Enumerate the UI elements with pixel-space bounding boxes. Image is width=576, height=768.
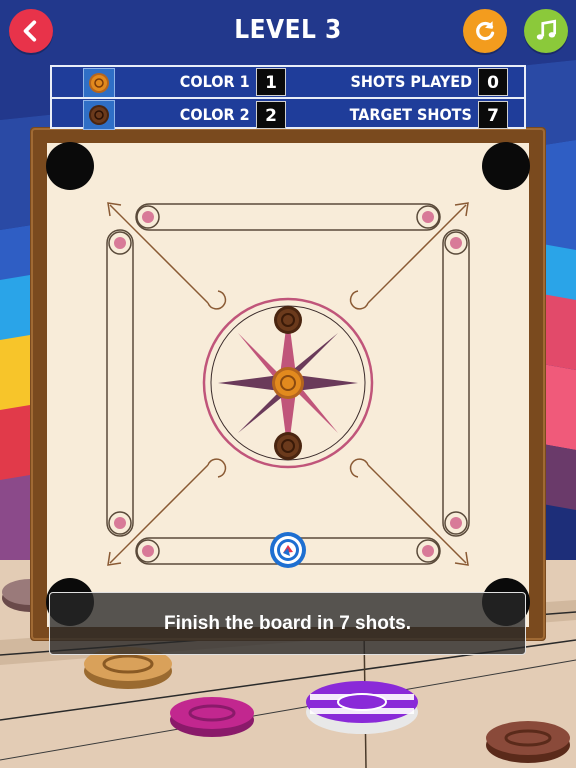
color2-coin-indicator bbox=[83, 100, 115, 130]
color1-coin-icon bbox=[89, 73, 109, 93]
chevron-left-icon bbox=[23, 20, 37, 42]
color2-value: 2 bbox=[256, 101, 286, 129]
shots-played-value: 0 bbox=[478, 68, 508, 96]
color2-label: COLOR 2 bbox=[180, 105, 250, 124]
restart-icon bbox=[476, 21, 495, 41]
target-shots-value: 7 bbox=[478, 101, 508, 129]
target-shots-label: TARGET SHOTS bbox=[349, 105, 472, 124]
pocket-top-right bbox=[482, 142, 530, 190]
score-panel: COLOR 1 1 COLOR 2 2 SHOTS PLAYED 0 TARGE… bbox=[50, 65, 526, 130]
color1-value: 1 bbox=[256, 68, 286, 96]
objective-message: Finish the board in 7 shots. bbox=[49, 592, 526, 655]
coin-color2-bottom bbox=[274, 432, 302, 460]
color1-coin-indicator bbox=[83, 68, 115, 98]
color2-coin-icon bbox=[89, 105, 109, 125]
coin-color2-top bbox=[274, 306, 302, 334]
objective-message-text: Finish the board in 7 shots. bbox=[163, 612, 412, 634]
music-button[interactable] bbox=[524, 9, 568, 53]
coin-color1-center bbox=[272, 367, 304, 399]
back-button[interactable] bbox=[9, 9, 53, 53]
striker[interactable] bbox=[270, 532, 306, 568]
panel-divider bbox=[52, 97, 524, 99]
music-note-icon bbox=[536, 19, 557, 40]
color1-label: COLOR 1 bbox=[180, 72, 250, 91]
restart-button[interactable] bbox=[463, 9, 507, 53]
shots-played-label: SHOTS PLAYED bbox=[350, 72, 472, 91]
pocket-top-left bbox=[46, 142, 94, 190]
level-title: LEVEL 3 bbox=[234, 15, 342, 45]
